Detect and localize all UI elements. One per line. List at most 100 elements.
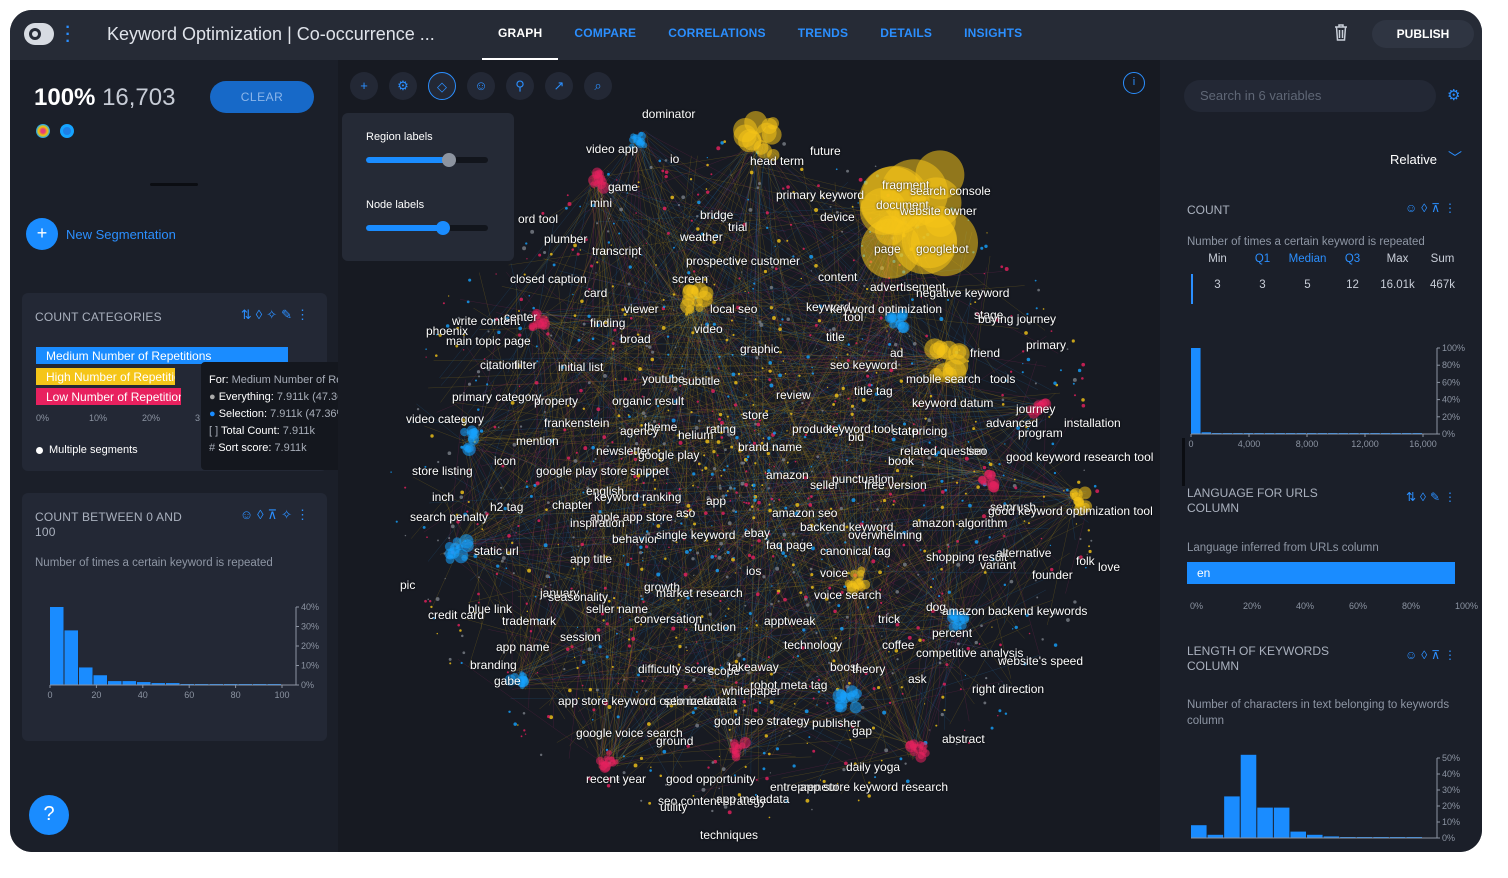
pin-icon[interactable]: ✧ <box>281 507 296 522</box>
node-label[interactable]: property <box>534 394 578 408</box>
node-label[interactable]: ios <box>746 564 761 578</box>
filter-icon[interactable]: ⊼ <box>268 507 282 522</box>
node-label[interactable]: app store keyword research <box>800 780 948 794</box>
export-icon[interactable]: ↗ <box>545 72 573 100</box>
node-label[interactable]: friend <box>970 346 1000 360</box>
pin-icon[interactable]: ✧ <box>266 307 281 322</box>
node-label[interactable]: search console <box>910 184 991 198</box>
node-label[interactable]: google play <box>638 448 699 462</box>
filter-icon[interactable]: ⊼ <box>1431 648 1444 662</box>
node-label[interactable]: recent year <box>586 772 646 786</box>
node-label[interactable]: journey <box>1016 402 1055 416</box>
histogram-bar[interactable] <box>1191 825 1207 838</box>
node-label[interactable]: screen <box>672 272 708 286</box>
drop-icon[interactable]: ◊ <box>1421 648 1431 662</box>
node-label[interactable]: app title <box>570 552 612 566</box>
histogram-bar[interactable] <box>1290 831 1306 838</box>
node-label[interactable]: organic result <box>612 394 684 408</box>
node-label[interactable]: behavior <box>612 532 658 546</box>
node-label[interactable]: static url <box>474 544 519 558</box>
more-icon[interactable]: ⋮ <box>1444 201 1460 215</box>
node-label[interactable]: good keyword optimization tool <box>988 504 1153 518</box>
node-label[interactable]: trademark <box>502 614 556 628</box>
node-label[interactable]: folk <box>1076 554 1095 568</box>
node-label[interactable]: abstract <box>942 732 985 746</box>
node-label[interactable]: brand name <box>738 440 802 454</box>
node-label[interactable]: difficulty score <box>638 662 714 676</box>
region-labels-slider[interactable] <box>366 153 488 167</box>
node-label[interactable]: function <box>694 620 736 634</box>
node-label[interactable]: pic <box>400 578 415 592</box>
node-label[interactable]: percent <box>932 626 972 640</box>
new-segmentation-button[interactable]: + New Segmentation <box>26 218 176 250</box>
more-icon[interactable]: ⋮ <box>1444 490 1460 504</box>
node-label[interactable]: title tag <box>854 384 893 398</box>
node-label[interactable]: website owner <box>900 204 977 218</box>
node-label[interactable]: finding <box>590 316 625 330</box>
node-label[interactable]: search penalty <box>410 510 488 524</box>
node-label[interactable]: good opportunity <box>666 772 755 786</box>
node-label[interactable]: keyword ranking <box>594 490 681 504</box>
node-label[interactable]: mini <box>590 196 612 210</box>
node-label[interactable]: review <box>776 388 811 402</box>
info-icon[interactable]: i <box>1123 72 1145 94</box>
node-label[interactable]: prospective customer <box>686 254 800 268</box>
node-label[interactable]: seo keyword <box>830 358 897 372</box>
histogram-bar[interactable] <box>1191 348 1201 434</box>
node-label[interactable]: good seo strategy <box>714 714 809 728</box>
node-label[interactable]: ord tool <box>518 212 558 226</box>
node-label[interactable]: video app <box>586 142 638 156</box>
node-label[interactable]: seller <box>810 478 839 492</box>
node-label[interactable]: device <box>820 210 855 224</box>
settings-icon[interactable]: ⚙ <box>389 72 417 100</box>
node-label[interactable]: credit card <box>428 608 484 622</box>
slider-knob[interactable] <box>435 221 450 235</box>
node-label[interactable]: head term <box>750 154 804 168</box>
node-label[interactable]: subtitle <box>682 374 720 388</box>
histogram-bar[interactable] <box>93 675 108 685</box>
node-label[interactable]: voice search <box>814 588 881 602</box>
node-label[interactable]: card <box>584 286 607 300</box>
node-label[interactable]: local seo <box>710 302 757 316</box>
node-label[interactable]: graphic <box>740 342 779 356</box>
edit-icon[interactable]: ✎ <box>1430 490 1444 504</box>
node-label[interactable]: branding <box>470 658 517 672</box>
node-label[interactable]: content <box>818 270 857 284</box>
node-label[interactable]: single keyword <box>656 528 735 542</box>
node-label[interactable]: youtube <box>642 372 685 386</box>
node-label[interactable]: variant <box>980 558 1016 572</box>
node-label[interactable]: snippet <box>630 464 669 478</box>
more-icon[interactable]: ⋮ <box>1444 648 1460 662</box>
node-label[interactable]: google play store <box>536 464 627 478</box>
smile-icon[interactable]: ☺ <box>1405 201 1421 215</box>
node-label[interactable]: gap <box>852 724 872 738</box>
node-label[interactable]: theory <box>852 662 885 676</box>
node-label[interactable]: gabe <box>494 674 521 688</box>
edit-icon[interactable]: ✎ <box>281 307 296 322</box>
node-label[interactable]: free version <box>864 478 927 492</box>
node-label[interactable]: inch <box>432 490 454 504</box>
search-icon[interactable]: ⌕ <box>584 72 612 100</box>
node-label[interactable]: market research <box>656 586 743 600</box>
node-label[interactable]: rating <box>706 422 736 436</box>
tab-details[interactable]: DETAILS <box>864 10 948 60</box>
node-label[interactable]: main topic page <box>446 334 531 348</box>
node-label[interactable]: coffee <box>882 638 914 652</box>
node-label[interactable]: video category <box>406 412 484 426</box>
magic-wand-icon[interactable]: ⚲ <box>506 72 534 100</box>
node-label[interactable]: keyword datum <box>912 396 993 410</box>
drop-icon[interactable]: ◊ <box>256 307 266 322</box>
node-label[interactable]: inspiration <box>570 516 625 530</box>
node-label[interactable]: plumber <box>544 232 587 246</box>
node-label[interactable]: conversation <box>634 612 702 626</box>
node-label[interactable]: citation <box>480 358 518 372</box>
node-label[interactable]: technology <box>784 638 842 652</box>
node-label[interactable]: icon <box>494 454 516 468</box>
node-label[interactable]: page <box>874 242 901 256</box>
node-label[interactable]: trick <box>878 612 900 626</box>
node-label[interactable]: seo <box>968 444 987 458</box>
more-icon[interactable]: ⋮ <box>296 507 313 522</box>
node-label[interactable]: h2 tag <box>490 500 523 514</box>
drop-icon[interactable]: ◊ <box>1420 490 1430 504</box>
node-label[interactable]: canonical tag <box>820 544 891 558</box>
